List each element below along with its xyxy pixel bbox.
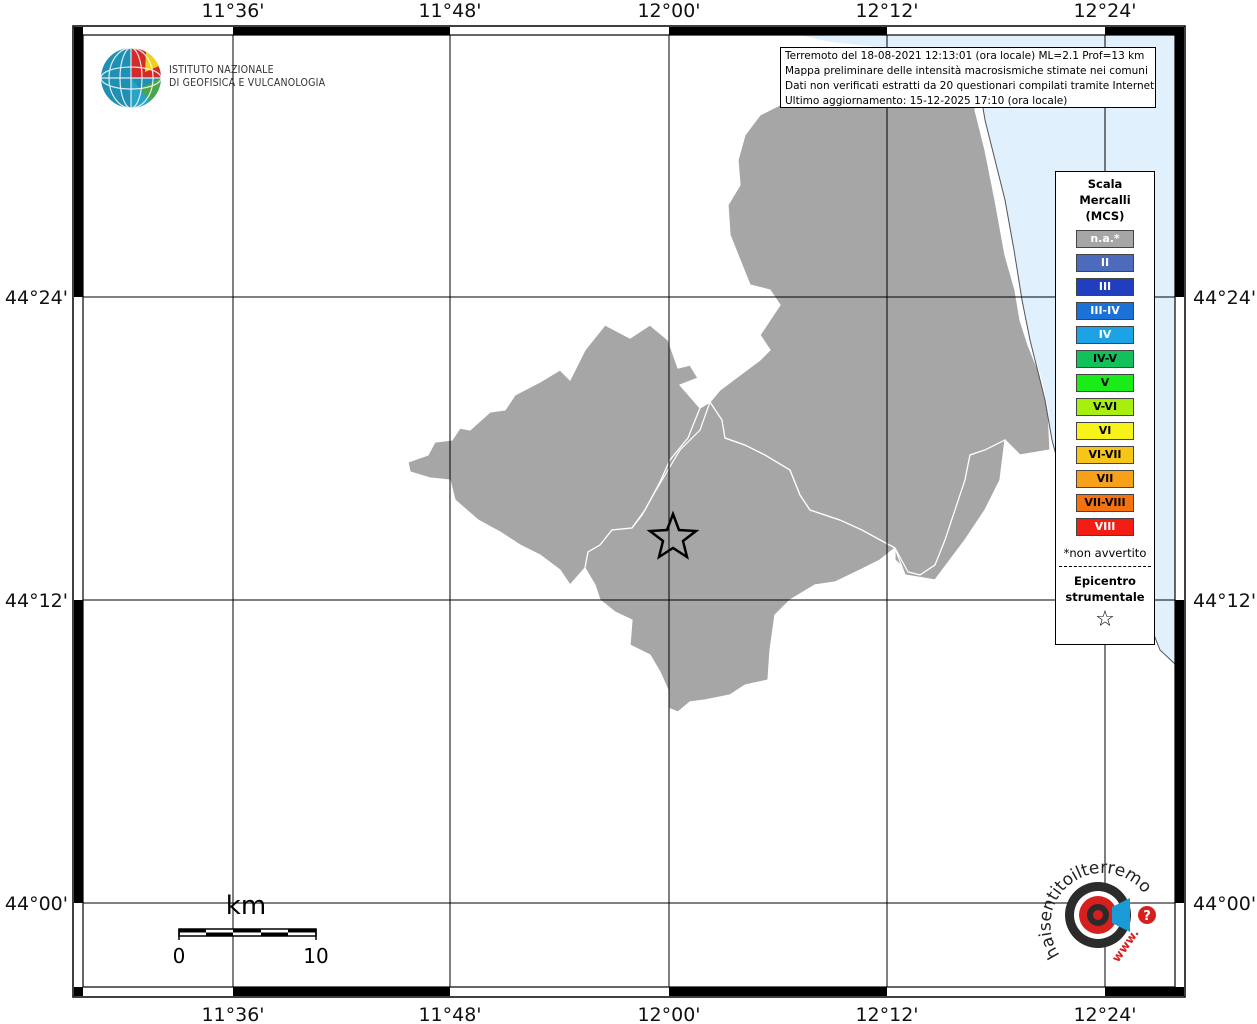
legend-swatch: V-VI xyxy=(1076,398,1134,416)
lat-label-left-1: 44°24' xyxy=(5,287,68,309)
legend-swatch: IV xyxy=(1076,326,1134,344)
lon-label-bottom-3: 12°00' xyxy=(637,1004,700,1024)
lat-label-right-2: 44°12' xyxy=(1193,590,1256,612)
ingv-logo-text: ISTITUTO NAZIONALE DI GEOFISICA E VULCAN… xyxy=(169,64,325,90)
legend-separator xyxy=(1059,566,1151,567)
scale-unit-label: km xyxy=(226,891,266,921)
legend-swatch: III-IV xyxy=(1076,302,1134,320)
lon-label-bottom-1: 11°36' xyxy=(201,1004,264,1024)
info-line-1: Terremoto del 18-08-2021 12:13:01 (ora l… xyxy=(785,50,1145,62)
legend-swatch: III xyxy=(1076,278,1134,296)
lon-label-top-2: 11°48' xyxy=(418,0,481,22)
lon-label-bottom-2: 11°48' xyxy=(418,1004,481,1024)
lat-label-left-2: 44°12' xyxy=(5,590,68,612)
legend-title-line-2: Mercalli xyxy=(1079,193,1131,207)
legend-swatches: n.a.* II III III-IV IV IV-V V V-VI VI VI… xyxy=(1056,230,1154,536)
legend-title-line-1: Scala xyxy=(1087,177,1123,191)
scale-max-label: 10 xyxy=(303,944,328,968)
scale-min-label: 0 xyxy=(173,944,186,968)
logo-line-1: ISTITUTO NAZIONALE xyxy=(169,64,274,76)
mcs-legend: Scala Mercalli (MCS) n.a.* II III III-IV… xyxy=(1055,171,1155,645)
legend-swatch: VI xyxy=(1076,422,1134,440)
legend-swatch: II xyxy=(1076,254,1134,272)
lon-label-bottom-5: 12°24' xyxy=(1073,1004,1136,1024)
legend-note: *non avvertito xyxy=(1063,546,1147,560)
legend-swatch: VIII xyxy=(1076,518,1134,536)
logo-line-2: DI GEOFISICA E VULCANOLOGIA xyxy=(169,77,326,89)
lon-label-top-1: 11°36' xyxy=(201,0,264,22)
legend-epicenter-line-1: Epicentro xyxy=(1074,574,1136,588)
legend-epicenter-label: Epicentro strumentale xyxy=(1056,573,1154,605)
lat-label-right-3: 44°00' xyxy=(1193,893,1256,915)
lat-label-right-1: 44°24' xyxy=(1193,287,1256,309)
lon-label-top-5: 12°24' xyxy=(1073,0,1136,22)
info-line-2: Mappa preliminare delle intensità macros… xyxy=(785,65,1148,77)
info-line-3: Dati non verificati estratti da 20 quest… xyxy=(785,80,1156,92)
badge-question-mark: ? xyxy=(1143,909,1151,924)
legend-swatch: n.a.* xyxy=(1076,230,1134,248)
info-line-4: Ultimo aggiornamento: 15-12-2025 17:10 (… xyxy=(785,95,1068,107)
legend-swatch: VII-VIII xyxy=(1076,494,1134,512)
legend-title: Scala Mercalli (MCS) xyxy=(1056,176,1154,224)
legend-swatch: IV-V xyxy=(1076,350,1134,368)
lon-label-top-4: 12°12' xyxy=(855,0,918,22)
legend-swatch: VII xyxy=(1076,470,1134,488)
lon-label-bottom-4: 12°12' xyxy=(855,1004,918,1024)
event-info-box: Terremoto del 18-08-2021 12:13:01 (ora l… xyxy=(780,47,1156,108)
lat-label-left-3: 44°00' xyxy=(5,893,68,915)
lon-label-top-3: 12°00' xyxy=(637,0,700,22)
ingv-logo-globe-icon xyxy=(100,47,162,109)
legend-star-icon: ☆ xyxy=(1095,607,1115,632)
legend-epicenter-line-2: strumentale xyxy=(1065,590,1145,604)
legend-title-line-3: (MCS) xyxy=(1085,209,1125,223)
legend-swatch: V xyxy=(1076,374,1134,392)
legend-swatch: VI-VII xyxy=(1076,446,1134,464)
